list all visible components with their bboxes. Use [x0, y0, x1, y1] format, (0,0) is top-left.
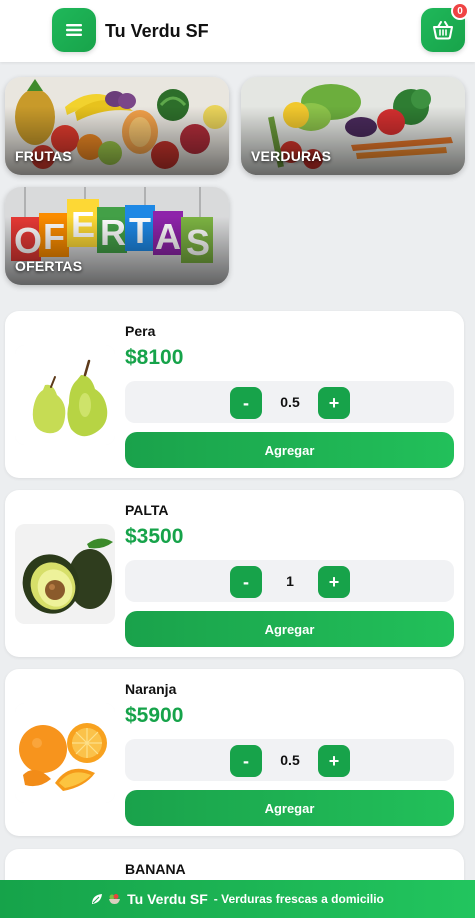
- increase-button[interactable]: +: [318, 566, 350, 598]
- footer-bar: Tu Verdu SF - Verduras frescas a domicil…: [0, 880, 475, 918]
- cart-button[interactable]: 0: [421, 2, 469, 52]
- product-price: $8100: [125, 346, 184, 369]
- add-to-cart-button[interactable]: Agregar: [125, 432, 454, 468]
- quantity-value: 0.5: [280, 394, 300, 410]
- product-name: Naranja: [125, 681, 177, 697]
- product-name: PALTA: [125, 502, 169, 518]
- quantity-value: 0.5: [280, 752, 300, 768]
- footer-brand: Tu Verdu SF: [127, 891, 208, 907]
- category-label: FRUTAS: [15, 148, 72, 164]
- category-ofertas[interactable]: O F E R T A S OFERTAS: [5, 187, 229, 285]
- product-price: $5900: [125, 704, 184, 727]
- increase-button[interactable]: +: [318, 745, 350, 777]
- category-verduras[interactable]: VERDURAS: [241, 77, 465, 175]
- product-name: Pera: [125, 323, 156, 339]
- category-label: OFERTAS: [15, 258, 83, 274]
- product-card: Pera $8100 - 0.5 + Agregar: [5, 311, 464, 478]
- cart-icon: [433, 21, 453, 40]
- category-frutas[interactable]: FRUTAS: [5, 77, 229, 175]
- product-card: Naranja $5900 - 0.5 + Agregar: [5, 669, 464, 836]
- leaf-icon: [92, 894, 103, 904]
- quantity-stepper: - 0.5 +: [125, 739, 454, 781]
- category-label: VERDURAS: [251, 148, 332, 164]
- menu-button[interactable]: [52, 8, 96, 52]
- decrease-button[interactable]: -: [230, 745, 262, 777]
- quantity-stepper: - 1 +: [125, 560, 454, 602]
- add-to-cart-button[interactable]: Agregar: [125, 790, 454, 826]
- brand-title: Tu Verdu SF: [105, 21, 209, 41]
- salad-bowl-icon: [109, 894, 121, 904]
- product-image-avocado: [15, 524, 115, 624]
- quantity-value: 1: [286, 573, 294, 589]
- product-card: PALTA $3500 - 1 + Agregar: [5, 490, 464, 657]
- product-name: BANANA: [125, 861, 186, 877]
- product-image-pear: [15, 345, 115, 445]
- product-price: $3500: [125, 525, 184, 548]
- product-image-orange: [15, 703, 115, 803]
- app-header: Tu Verdu SF 0: [0, 0, 475, 62]
- decrease-button[interactable]: -: [230, 387, 262, 419]
- decrease-button[interactable]: -: [230, 566, 262, 598]
- quantity-stepper: - 0.5 +: [125, 381, 454, 423]
- add-to-cart-button[interactable]: Agregar: [125, 611, 454, 647]
- footer-tagline: - Verduras frescas a domicilio: [213, 892, 384, 906]
- cart-count-badge: 0: [451, 2, 469, 20]
- menu-icon: [66, 24, 82, 36]
- increase-button[interactable]: +: [318, 387, 350, 419]
